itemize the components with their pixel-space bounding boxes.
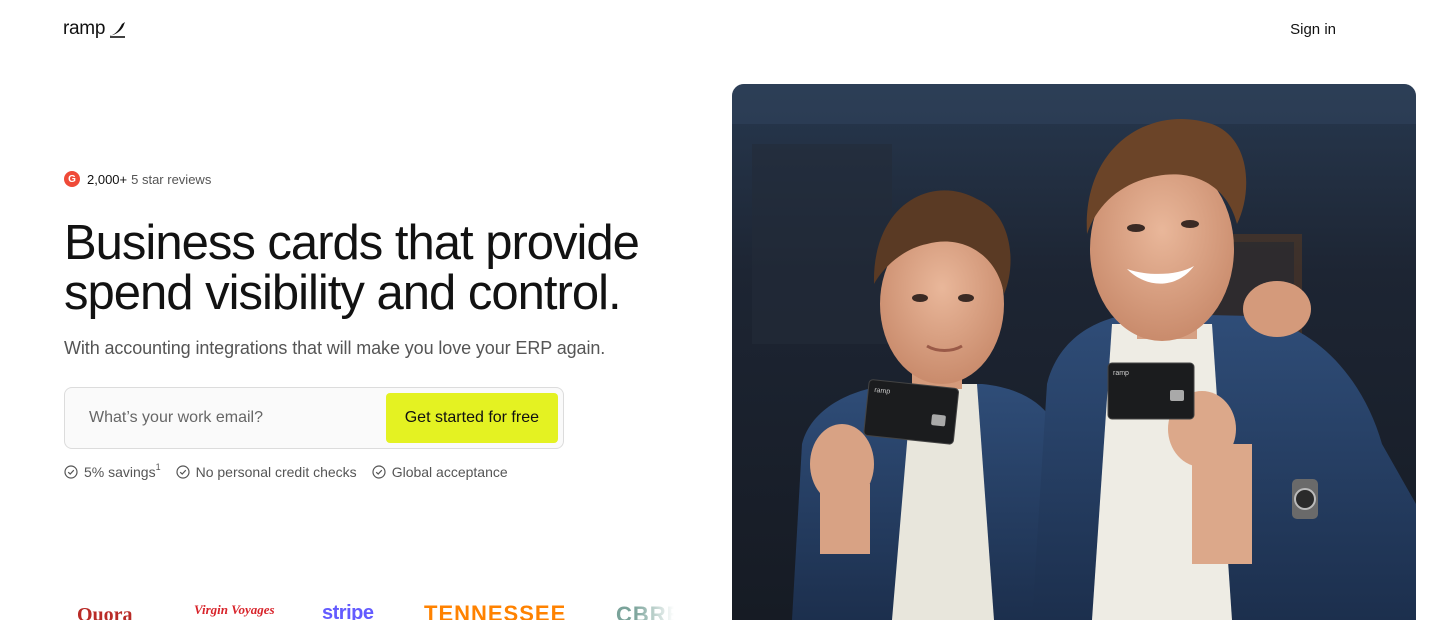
- benefits-list: 5% savings1 No personal credit checks Gl…: [64, 462, 508, 480]
- get-started-button[interactable]: Get started for free: [385, 393, 558, 443]
- logo-text: ramp: [63, 18, 106, 39]
- g2-icon: G: [64, 171, 80, 187]
- stripe-logo: stripe: [322, 602, 374, 620]
- signup-form: Get started for free: [64, 387, 564, 449]
- logos-fade: [634, 600, 674, 620]
- ramp-card-right: ramp: [1107, 362, 1195, 420]
- benefit-item: Global acceptance: [372, 464, 508, 480]
- customer-logos: Quora Virgin Voyages stripe TENNESSEE CB…: [64, 600, 674, 620]
- card-label: ramp: [1113, 370, 1129, 377]
- benefit-item: No personal credit checks: [176, 464, 357, 480]
- reviews-count: 2,000+: [87, 171, 128, 187]
- page-subtitle: With accounting integrations that will m…: [64, 338, 606, 358]
- check-circle-icon: [372, 465, 386, 479]
- hero-photo-illustration: ramp ramp: [732, 84, 1416, 620]
- ramp-logo[interactable]: ramp: [63, 18, 127, 40]
- hero-image: ramp ramp: [732, 84, 1416, 620]
- page-title: Business cards that provide spend visibi…: [64, 216, 640, 320]
- reviews-badge: G 2,000+ 5 star reviews: [64, 171, 211, 187]
- quora-logo: Quora: [77, 604, 133, 620]
- check-circle-icon: [176, 465, 190, 479]
- footnote-marker[interactable]: 1: [156, 462, 161, 472]
- work-email-input[interactable]: [89, 409, 386, 427]
- ramp-card-left: ramp: [863, 379, 959, 445]
- sign-in-link[interactable]: Sign in: [1290, 21, 1336, 38]
- benefit-label: Global acceptance: [391, 464, 508, 480]
- site-header: ramp Sign in: [0, 0, 1440, 60]
- check-circle-icon: [64, 465, 78, 479]
- benefit-label: No personal credit checks: [195, 464, 357, 480]
- ramp-logo-icon: [109, 22, 126, 38]
- benefit-label: 5% savings1: [84, 462, 161, 480]
- reviews-label: 5 star reviews: [131, 171, 212, 187]
- virgin-voyages-logo: Virgin Voyages: [194, 602, 275, 617]
- tennessee-logo: TENNESSEE: [424, 601, 567, 620]
- benefit-item: 5% savings1: [64, 462, 161, 480]
